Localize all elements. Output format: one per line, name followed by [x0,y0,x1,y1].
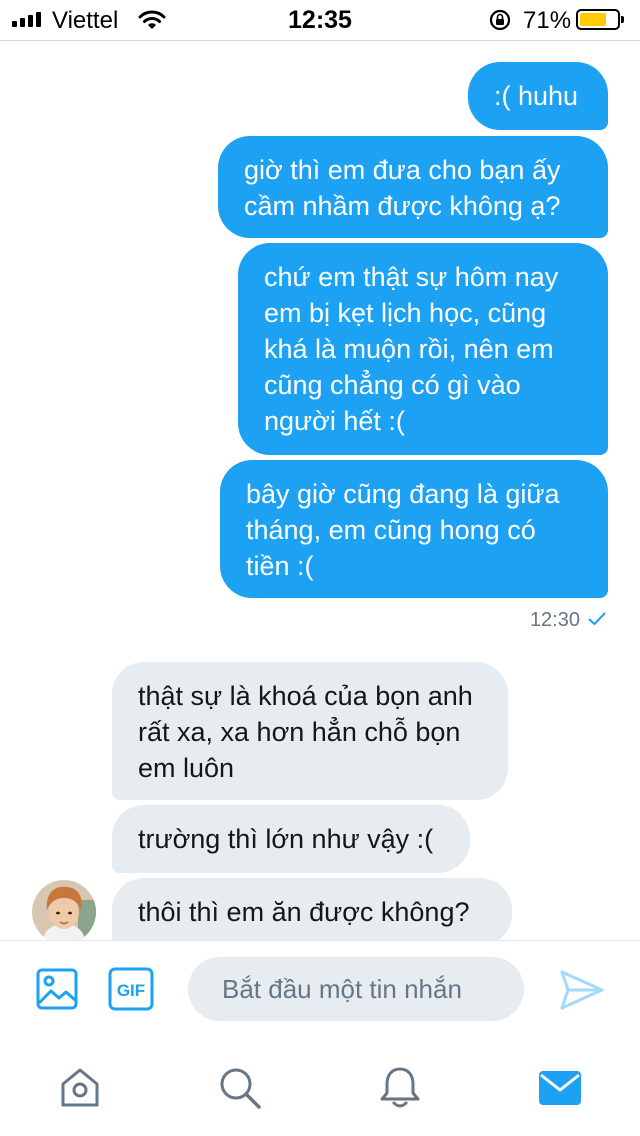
avatar[interactable] [32,880,96,944]
status-bar: Viettel 12:35 71% [0,0,640,40]
orientation-lock-icon [488,9,512,36]
battery-icon [576,9,624,30]
image-icon[interactable] [34,966,80,1012]
received-message[interactable]: trường thì lớn như vậy :( [112,805,470,873]
sent-message[interactable]: giờ thì em đưa cho bạn ấy cầm nhầm được … [218,136,608,238]
message-composer: GIF [0,940,640,1041]
home-icon[interactable] [52,1060,108,1116]
gif-button[interactable]: GIF [108,967,154,1011]
received-message[interactable]: thật sự là khoá của bọn anh rất xa, xa h… [112,662,508,800]
messages-icon[interactable] [532,1060,588,1116]
wifi-icon [138,9,166,36]
status-bar-divider [0,40,640,41]
gif-label: GIF [117,981,145,1000]
signal-strength-icon [12,12,41,27]
sent-message[interactable]: chứ em thật sự hôm nay em bị kẹt lịch họ… [238,243,608,455]
read-check-icon [588,609,606,632]
message-timestamp: 12:30 [530,609,606,632]
tab-bar [0,1040,640,1136]
send-icon[interactable] [558,967,606,1013]
sent-message[interactable]: :( huhu [468,62,608,130]
received-message[interactable]: thôi thì em ăn được không? [112,878,512,946]
search-icon[interactable] [212,1060,268,1116]
sent-message[interactable]: bây giờ cũng đang là giữa tháng, em cũng… [220,460,608,598]
notifications-icon[interactable] [372,1060,428,1116]
sent-time: 12:30 [529,609,580,631]
carrier-name: Viettel [52,7,119,34]
battery-percent: 71% [523,7,572,34]
message-input[interactable] [188,957,524,1021]
